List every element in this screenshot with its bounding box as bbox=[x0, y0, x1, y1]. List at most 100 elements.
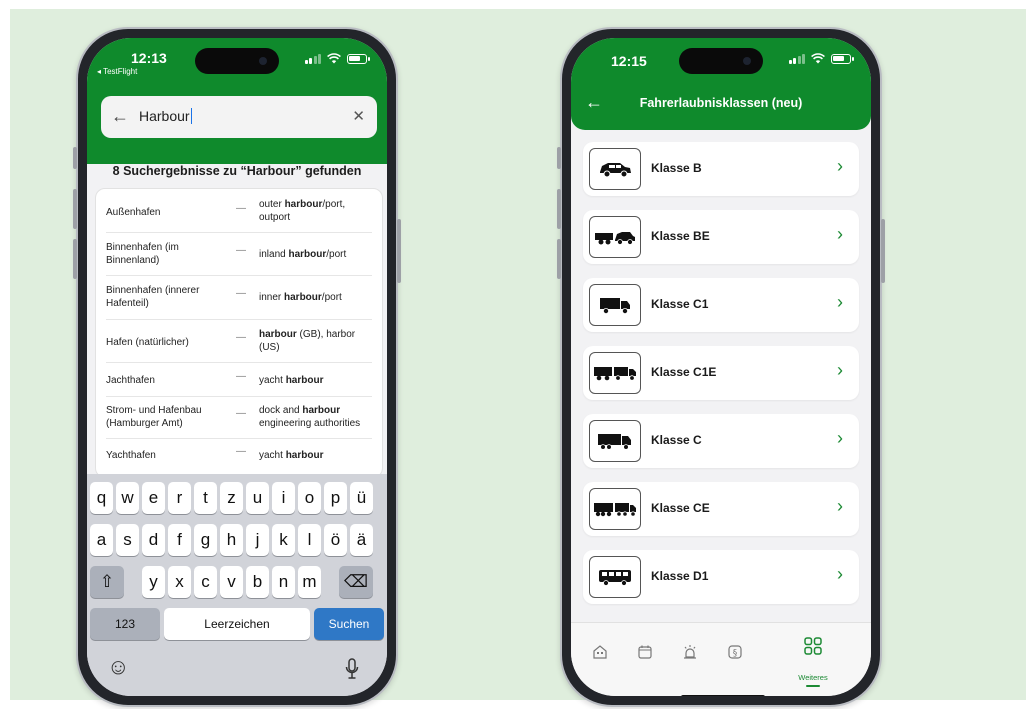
term-english: outer harbour/port, outport bbox=[259, 199, 346, 223]
term-german: Außenhafen bbox=[106, 207, 161, 218]
key-a[interactable]: a bbox=[90, 524, 113, 556]
separator-dash: — bbox=[236, 332, 246, 343]
term-german: Yachthafen bbox=[106, 450, 156, 461]
backspace-key[interactable]: ⌫ bbox=[339, 566, 373, 598]
search-bar[interactable]: ← Harbour ✕ bbox=[101, 96, 377, 138]
key-d[interactable]: d bbox=[142, 524, 165, 556]
small-truck-trailer-icon bbox=[589, 352, 641, 394]
list-item-klasse-d1[interactable]: Klasse D1 › bbox=[583, 550, 859, 604]
volume-up-button bbox=[557, 189, 561, 229]
calendar-icon[interactable] bbox=[634, 641, 656, 663]
bus-icon bbox=[589, 556, 641, 598]
term-english: yacht harbour bbox=[259, 450, 324, 461]
screen-right: 12:15 ← Fahrerlaubnisklassen (neu) Klass… bbox=[571, 38, 871, 696]
key-s[interactable]: s bbox=[116, 524, 139, 556]
table-row[interactable]: Außenhafen — outer harbour/port, outport bbox=[106, 189, 372, 233]
key-p[interactable]: p bbox=[324, 482, 347, 514]
key-m[interactable]: m bbox=[298, 566, 321, 598]
chevron-right-icon: › bbox=[837, 156, 843, 176]
key-f[interactable]: f bbox=[168, 524, 191, 556]
list-item-klasse-be[interactable]: Klasse BE › bbox=[583, 210, 859, 264]
key-h[interactable]: h bbox=[220, 524, 243, 556]
table-row[interactable]: Hafen (natürlicher) — harbour (GB), harb… bbox=[106, 320, 372, 363]
signal-icon bbox=[304, 54, 321, 64]
table-row[interactable]: Jachthafen — yacht harbour bbox=[106, 363, 372, 397]
alarm-icon[interactable] bbox=[679, 641, 701, 663]
close-icon[interactable]: ✕ bbox=[352, 107, 365, 125]
key-y[interactable]: y bbox=[142, 566, 165, 598]
list-item-klasse-b[interactable]: Klasse B › bbox=[583, 142, 859, 196]
arrow-left-icon[interactable]: ← bbox=[111, 106, 129, 127]
list-item-klasse-c[interactable]: Klasse C › bbox=[583, 414, 859, 468]
car-trailer-icon bbox=[589, 216, 641, 258]
key-e[interactable]: e bbox=[142, 482, 165, 514]
grid-icon[interactable] bbox=[802, 635, 824, 657]
key-b[interactable]: b bbox=[246, 566, 269, 598]
separator-dash: — bbox=[236, 288, 246, 299]
list-item-klasse-ce[interactable]: Klasse CE › bbox=[583, 482, 859, 536]
volume-up-button bbox=[73, 189, 77, 229]
status-bar: 12:13 ◂ TestFlight bbox=[87, 38, 387, 84]
microphone-icon[interactable] bbox=[345, 658, 359, 680]
shift-key[interactable]: ⇧ bbox=[90, 566, 124, 598]
wifi-icon bbox=[327, 53, 341, 64]
key-o[interactable]: o bbox=[298, 482, 321, 514]
key-v[interactable]: v bbox=[220, 566, 243, 598]
term-english: harbour (GB), harbor (US) bbox=[259, 329, 356, 353]
back-to-testflight-link[interactable]: ◂ TestFlight bbox=[97, 67, 137, 76]
table-row[interactable]: Binnenhafen (innerer Hafenteil) — inner … bbox=[106, 276, 372, 320]
search-key[interactable]: Suchen bbox=[314, 608, 384, 640]
search-input[interactable]: Harbour bbox=[139, 108, 193, 124]
key-oe[interactable]: ö bbox=[324, 524, 347, 556]
emoji-icon[interactable]: ☺ bbox=[107, 654, 129, 680]
table-row[interactable]: Yachthafen — yacht harbour bbox=[106, 439, 372, 477]
term-english: yacht harbour bbox=[259, 375, 324, 386]
key-n[interactable]: n bbox=[272, 566, 295, 598]
key-x[interactable]: x bbox=[168, 566, 191, 598]
status-icons bbox=[788, 53, 854, 64]
list-item-klasse-c1[interactable]: Klasse C1 › bbox=[583, 278, 859, 332]
term-english: inland harbour/port bbox=[259, 249, 347, 260]
key-ue[interactable]: ü bbox=[350, 482, 373, 514]
tab-weiteres-label[interactable]: Weiteres bbox=[783, 673, 843, 682]
key-i[interactable]: i bbox=[272, 482, 295, 514]
key-c[interactable]: c bbox=[194, 566, 217, 598]
list-item-label: Klasse CE bbox=[651, 501, 710, 515]
chevron-right-icon: › bbox=[837, 564, 843, 584]
table-row[interactable]: Binnenhafen (im Binnenland) — inland har… bbox=[106, 233, 372, 276]
results-count-title: 8 Suchergebnisse zu “Harbour” gefunden bbox=[112, 164, 362, 178]
home-indicator bbox=[681, 695, 765, 696]
key-j[interactable]: j bbox=[246, 524, 269, 556]
list-item-label: Klasse BE bbox=[651, 229, 710, 243]
key-k[interactable]: k bbox=[272, 524, 295, 556]
paragraph-icon[interactable]: § bbox=[724, 641, 746, 663]
power-button bbox=[881, 219, 885, 283]
small-truck-icon bbox=[589, 284, 641, 326]
list-item-label: Klasse C1E bbox=[651, 365, 717, 379]
list-item-klasse-c1e[interactable]: Klasse C1E › bbox=[583, 346, 859, 400]
screen-left: 12:13 ◂ TestFlight ← Harbour ✕ 8 Sucherg… bbox=[87, 38, 387, 696]
key-t[interactable]: t bbox=[194, 482, 217, 514]
key-g[interactable]: g bbox=[194, 524, 217, 556]
page-title: Fahrerlaubnisklassen (neu) bbox=[639, 96, 803, 110]
key-u[interactable]: u bbox=[246, 482, 269, 514]
key-q[interactable]: q bbox=[90, 482, 113, 514]
volume-down-button bbox=[73, 239, 77, 279]
separator-dash: — bbox=[236, 245, 246, 256]
results-list[interactable]: Außenhafen — outer harbour/port, outport… bbox=[95, 188, 383, 478]
numbers-key[interactable]: 123 bbox=[90, 608, 160, 640]
key-z[interactable]: z bbox=[220, 482, 243, 514]
space-key[interactable]: Leerzeichen bbox=[164, 608, 310, 640]
volume-down-button bbox=[557, 239, 561, 279]
list-item-label: Klasse B bbox=[651, 161, 702, 175]
key-l[interactable]: l bbox=[298, 524, 321, 556]
key-ae[interactable]: ä bbox=[350, 524, 373, 556]
separator-dash: — bbox=[236, 408, 246, 419]
chevron-right-icon: › bbox=[837, 224, 843, 244]
mute-switch bbox=[73, 147, 77, 169]
battery-icon bbox=[831, 54, 854, 64]
home-icon[interactable] bbox=[589, 641, 611, 663]
key-r[interactable]: r bbox=[168, 482, 191, 514]
table-row[interactable]: Strom- und Hafenbau (Hamburger Amt) — do… bbox=[106, 397, 372, 439]
key-w[interactable]: w bbox=[116, 482, 139, 514]
